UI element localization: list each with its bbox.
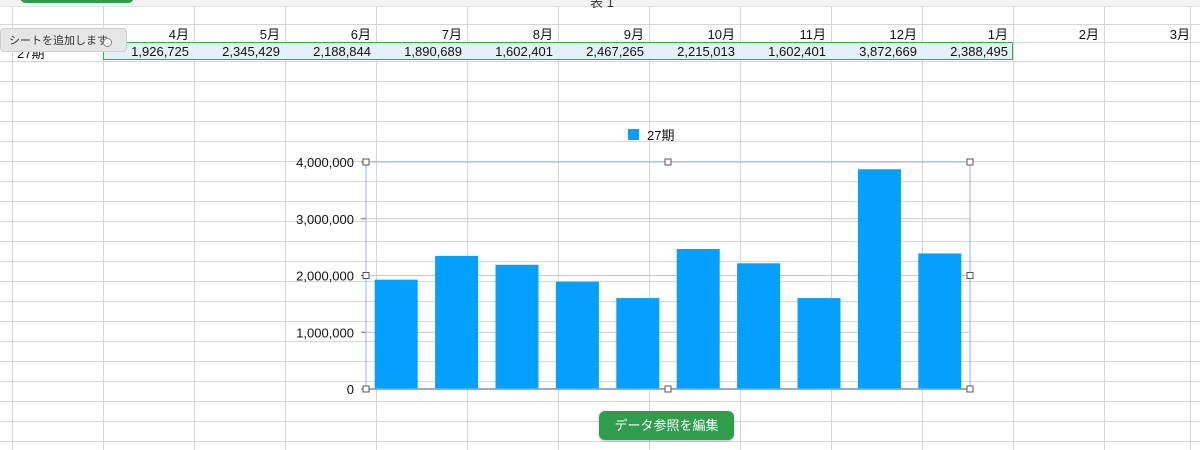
y-tick-label: 2,000,000 xyxy=(296,269,354,284)
edit-data-reference-button[interactable]: データ参照を編集 xyxy=(599,411,734,440)
resize-handle[interactable] xyxy=(362,385,370,393)
bar xyxy=(857,169,901,389)
bar xyxy=(435,255,479,389)
bar xyxy=(495,264,539,389)
y-tick-label: 3,000,000 xyxy=(296,212,354,227)
bar xyxy=(374,279,418,389)
bar xyxy=(555,281,599,389)
bar xyxy=(918,253,962,389)
bar xyxy=(797,298,841,389)
bar xyxy=(616,298,660,389)
resize-handle[interactable] xyxy=(966,385,974,393)
bar-chart[interactable]: 0 1,000,000 2,000,000 3,000,000 4,000,000 xyxy=(0,0,1200,450)
bar xyxy=(676,248,720,389)
resize-handle[interactable] xyxy=(966,158,974,166)
y-tick-label: 4,000,000 xyxy=(296,155,354,170)
bar xyxy=(737,263,781,389)
resize-handle[interactable] xyxy=(664,385,672,393)
resize-handle[interactable] xyxy=(362,272,370,279)
resize-handle[interactable] xyxy=(664,158,672,166)
resize-handle[interactable] xyxy=(966,272,974,279)
y-tick-label: 1,000,000 xyxy=(296,325,354,340)
y-tick-label: 0 xyxy=(347,382,354,397)
resize-handle[interactable] xyxy=(362,158,370,166)
